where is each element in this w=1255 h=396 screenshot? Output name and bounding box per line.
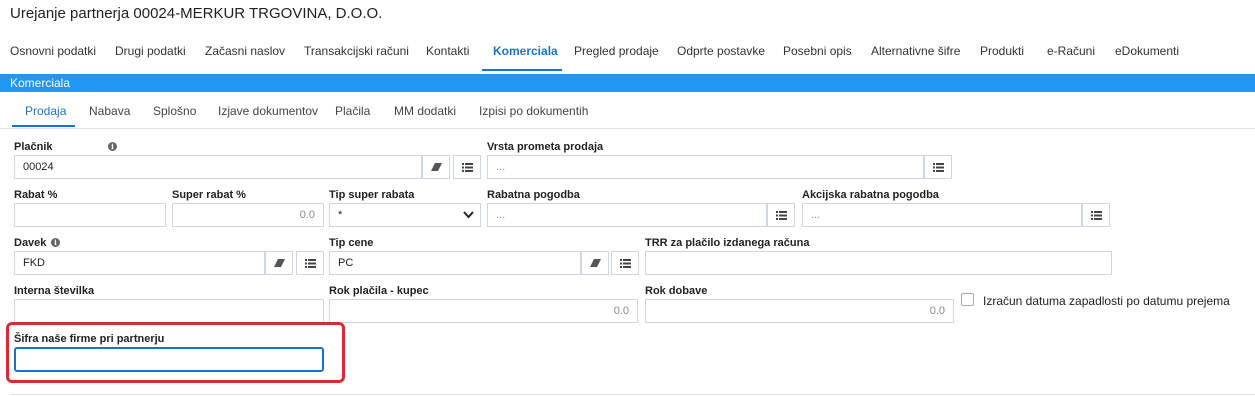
list-button[interactable] [1082, 203, 1110, 227]
tab-edokumenti[interactable]: eDokumenti [1115, 44, 1179, 58]
vrsta-prometa-input[interactable]: ... [487, 155, 924, 179]
subtab-izpisi-po-dokumentih[interactable]: Izpisi po dokumentih [479, 104, 588, 118]
rok-placila-label: Rok plačila - kupec [329, 285, 429, 297]
clear-button[interactable] [581, 251, 609, 275]
tab-alternativne-sifre[interactable]: Alternativne šifre [871, 44, 960, 58]
subtab-placila[interactable]: Plačila [335, 104, 370, 118]
divider [10, 394, 1255, 395]
tab-kontakti[interactable]: Kontakti [426, 44, 469, 58]
tip-super-rabata-value: * [338, 209, 343, 221]
tab-osnovni-podatki[interactable]: Osnovni podatki [10, 44, 96, 58]
rok-dobave-input[interactable]: 0.0 [645, 299, 954, 323]
akcijska-pogodba-input[interactable]: ... [802, 203, 1082, 227]
subtab-nabava[interactable]: Nabava [89, 104, 130, 118]
akcijska-pogodba-label: Akcijska rabatna pogodba [802, 189, 939, 201]
davek-input[interactable]: FKD [14, 251, 265, 275]
tab-odprte-postavke[interactable]: Odprte postavke [677, 44, 765, 58]
list-icon [775, 210, 787, 220]
list-button[interactable] [611, 251, 639, 275]
vrsta-prometa-label: Vrsta prometa prodaja [487, 141, 604, 153]
tip-cene-label: Tip cene [329, 237, 374, 249]
eraser-icon [430, 162, 442, 171]
interna-stevilka-label: Interna številka [14, 285, 95, 297]
subtab-izjave-dokumentov[interactable]: Izjave dokumentov [218, 104, 318, 118]
trr-label: TRR za plačilo izdanega računa [645, 237, 810, 249]
list-icon [1090, 210, 1102, 220]
tab-drugi-podatki[interactable]: Drugi podatki [115, 44, 186, 58]
highlight-box [6, 322, 345, 383]
tab-posebni-opis[interactable]: Posebni opis [783, 44, 852, 58]
list-icon [619, 258, 631, 268]
list-button[interactable] [767, 203, 795, 227]
rok-placila-input[interactable]: 0.0 [329, 299, 638, 323]
tab-zacasni-naslov[interactable]: Začasni naslov [205, 44, 285, 58]
subtab-prodaja[interactable]: Prodaja [25, 104, 66, 118]
tip-super-rabata-select[interactable]: * [329, 203, 481, 227]
list-button[interactable] [296, 251, 324, 275]
placnik-label: Plačnik [14, 141, 53, 153]
eraser-icon [589, 258, 601, 267]
page-title: Urejanje partnerja 00024-MERKUR TRGOVINA… [10, 5, 383, 22]
tip-cene-input[interactable]: PC [329, 251, 581, 275]
placnik-input[interactable]: 00024 [14, 155, 422, 179]
davek-label: Davek [14, 237, 47, 249]
clear-button[interactable] [422, 155, 450, 179]
chevron-down-icon [463, 211, 474, 219]
info-icon[interactable]: i [108, 142, 117, 151]
active-subtab-indicator [12, 125, 75, 127]
tab-produkti[interactable]: Produkti [980, 44, 1024, 58]
list-icon [461, 162, 473, 172]
list-icon [304, 258, 316, 268]
tab-komerciala[interactable]: Komerciala [493, 44, 558, 58]
list-button[interactable] [924, 155, 952, 179]
tab-transakcijski-racuni[interactable]: Transakcijski računi [304, 44, 409, 58]
section-header: Komerciala [0, 74, 1255, 92]
rabat-label: Rabat % [14, 189, 58, 201]
active-tab-indicator [482, 69, 562, 71]
izracun-checkbox[interactable] [961, 293, 974, 306]
clear-button[interactable] [265, 251, 293, 275]
info-icon[interactable]: i [51, 238, 60, 247]
izracun-label: Izračun datuma zapadlosti po datumu prej… [983, 294, 1230, 308]
subtab-splosno[interactable]: Splošno [153, 104, 196, 118]
super-rabat-input[interactable]: 0.0 [172, 203, 324, 227]
main-tabs: Osnovni podatki Drugi podatki Začasni na… [0, 44, 1255, 71]
rok-dobave-label: Rok dobave [645, 285, 708, 297]
list-icon [932, 162, 944, 172]
eraser-icon [273, 258, 285, 267]
list-button[interactable] [453, 155, 481, 179]
rabatna-pogodba-input[interactable]: ... [487, 203, 767, 227]
super-rabat-label: Super rabat % [172, 189, 246, 201]
tip-super-rabata-label: Tip super rabata [329, 189, 415, 201]
rabatna-pogodba-label: Rabatna pogodba [487, 189, 580, 201]
interna-stevilka-input[interactable] [14, 299, 324, 323]
subtab-mm-dodatki[interactable]: MM dodatki [394, 104, 456, 118]
trr-input[interactable] [645, 251, 1112, 275]
rabat-input[interactable] [14, 203, 166, 227]
sub-tabs: Prodaja Nabava Splošno Izjave dokumentov… [0, 96, 1255, 129]
tab-e-racuni[interactable]: e-Računi [1047, 44, 1095, 58]
tab-pregled-prodaje[interactable]: Pregled prodaje [574, 44, 659, 58]
